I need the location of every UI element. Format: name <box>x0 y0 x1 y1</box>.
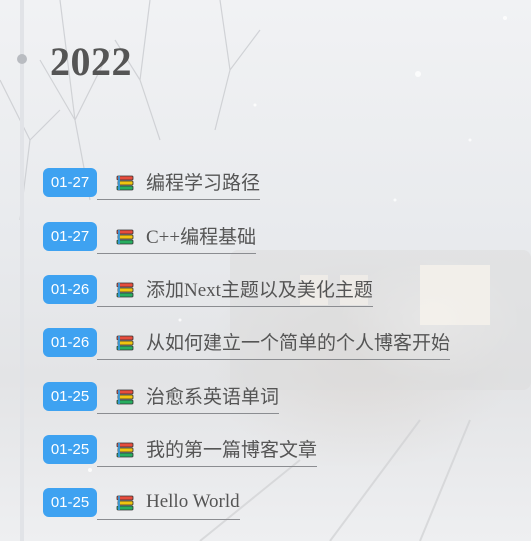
books-icon <box>115 333 135 353</box>
post-date-badge: 01-25 <box>43 435 97 464</box>
post-item: 01-26 从如何建立一个简单的个人博客开始 <box>43 328 451 360</box>
post-title[interactable]: 编程学习路径 <box>146 168 260 197</box>
post-item: 01-25 我的第一篇博客文章 <box>43 435 318 467</box>
post-item: 01-25 治愈系英语单词 <box>43 382 280 414</box>
post-link[interactable]: 从如何建立一个简单的个人博客开始 <box>97 328 451 360</box>
post-title[interactable]: C++编程基础 <box>146 222 256 251</box>
post-item: 01-27 编程学习路径 <box>43 168 261 200</box>
post-link[interactable]: 添加Next主题以及美化主题 <box>97 275 373 307</box>
year-heading: 2022 <box>50 39 132 84</box>
post-title[interactable]: 添加Next主题以及美化主题 <box>146 275 373 304</box>
books-icon <box>115 440 135 460</box>
post-link[interactable]: 我的第一篇博客文章 <box>97 435 318 467</box>
post-date-badge: 01-26 <box>43 328 97 357</box>
post-link[interactable]: 治愈系英语单词 <box>97 382 280 414</box>
post-item: 01-27 C++编程基础 <box>43 222 257 254</box>
post-item: 01-25 Hello World <box>43 488 240 520</box>
post-date-badge: 01-25 <box>43 488 97 517</box>
books-icon <box>115 280 135 300</box>
books-icon <box>115 227 135 247</box>
post-title[interactable]: 治愈系英语单词 <box>146 382 279 411</box>
books-icon <box>115 493 135 513</box>
books-icon <box>115 387 135 407</box>
post-date-badge: 01-27 <box>43 168 97 197</box>
post-link[interactable]: C++编程基础 <box>97 222 257 254</box>
post-date-badge: 01-25 <box>43 382 97 411</box>
timeline-line <box>20 0 24 541</box>
post-title[interactable]: 我的第一篇博客文章 <box>146 435 317 464</box>
post-date-badge: 01-26 <box>43 275 97 304</box>
post-title[interactable]: Hello World <box>146 491 240 515</box>
year-dot <box>17 54 27 64</box>
books-icon <box>115 173 135 193</box>
post-title[interactable]: 从如何建立一个简单的个人博客开始 <box>146 328 450 357</box>
post-item: 01-26 添加Next主题以及美化主题 <box>43 275 373 307</box>
post-link[interactable]: Hello World <box>97 488 240 520</box>
post-link[interactable]: 编程学习路径 <box>97 168 261 200</box>
post-date-badge: 01-27 <box>43 222 97 251</box>
